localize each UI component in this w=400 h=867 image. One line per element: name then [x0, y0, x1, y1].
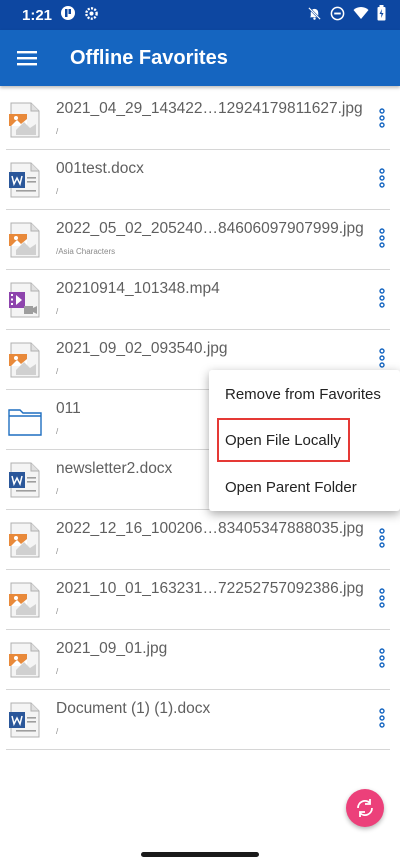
file-path: /	[56, 727, 59, 736]
app-notification-icon	[60, 5, 76, 25]
file-name: Document (1) (1).docx	[56, 700, 211, 717]
list-item[interactable]: Document (1) (1).docx /	[6, 690, 390, 750]
file-path: /	[56, 607, 59, 616]
file-path: /	[56, 127, 59, 136]
list-item[interactable]: 2022_05_02_205240…84606097907999.jpg /As…	[6, 210, 390, 270]
file-path: /	[56, 307, 59, 316]
status-time: 1:21	[22, 6, 53, 24]
file-name: 001test.docx	[56, 160, 144, 177]
context-menu: Remove from Favorites Open File Locally …	[209, 370, 400, 511]
status-bar: 1:21	[0, 0, 400, 30]
more-vert-icon	[379, 168, 385, 188]
image-file-icon	[8, 342, 42, 378]
more-vert-icon	[379, 288, 385, 308]
file-name: 2021_10_01_163231…72252757092386.jpg	[56, 580, 364, 597]
app-bar: Offline Favorites	[0, 30, 400, 86]
word-doc-icon	[8, 702, 42, 738]
hamburger-menu-icon	[17, 51, 37, 66]
hamburger-menu-button[interactable]	[0, 30, 54, 86]
file-name: 2022_05_02_205240…84606097907999.jpg	[56, 220, 364, 237]
battery-icon	[377, 5, 386, 25]
list-item[interactable]: 2021_09_01.jpg /	[6, 630, 390, 690]
more-vert-icon	[379, 648, 385, 668]
file-name: 2022_12_16_100206…83405347888035.jpg	[56, 520, 364, 537]
file-name: 20210914_101348.mp4	[56, 280, 220, 297]
list-item[interactable]: 001test.docx /	[6, 150, 390, 210]
word-doc-icon	[8, 462, 42, 498]
folder-name: 011	[56, 400, 81, 417]
list-item[interactable]: 2021_04_29_143422…12924179811627.jpg /	[6, 90, 390, 150]
file-path: /	[56, 667, 59, 676]
bell-off-icon	[307, 6, 322, 25]
remove-from-favorites-item[interactable]: Remove from Favorites	[209, 372, 400, 416]
more-options-button[interactable]	[374, 648, 390, 672]
image-file-icon	[8, 582, 42, 618]
do-not-disturb-icon	[330, 6, 345, 25]
sync-fab-button[interactable]	[346, 789, 384, 827]
more-vert-icon	[379, 588, 385, 608]
video-file-icon	[8, 282, 42, 318]
more-options-button[interactable]	[374, 168, 390, 192]
more-options-button[interactable]	[374, 708, 390, 732]
more-vert-icon	[379, 108, 385, 128]
file-name: 2021_09_02_093540.jpg	[56, 340, 228, 357]
open-file-locally-item[interactable]: Open File Locally	[209, 418, 400, 462]
image-file-icon	[8, 102, 42, 138]
settings-gear-icon	[84, 6, 99, 25]
open-parent-folder-item[interactable]: Open Parent Folder	[209, 465, 400, 509]
list-item[interactable]: 2021_10_01_163231…72252757092386.jpg /	[6, 570, 390, 630]
page-title: Offline Favorites	[70, 46, 228, 69]
more-options-button[interactable]	[374, 348, 390, 372]
more-options-button[interactable]	[374, 528, 390, 552]
file-path: /	[56, 427, 59, 436]
list-item[interactable]: 20210914_101348.mp4 /	[6, 270, 390, 330]
more-options-button[interactable]	[374, 288, 390, 312]
file-path: /	[56, 487, 59, 496]
more-vert-icon	[379, 528, 385, 548]
file-name: 2021_04_29_143422…12924179811627.jpg	[56, 100, 363, 117]
more-options-button[interactable]	[374, 588, 390, 612]
gesture-nav-handle[interactable]	[141, 852, 259, 857]
image-file-icon	[8, 642, 42, 678]
file-path: /	[56, 547, 59, 556]
file-name: 2021_09_01.jpg	[56, 640, 168, 657]
more-options-button[interactable]	[374, 108, 390, 132]
file-path: /Asia Characters	[56, 247, 116, 256]
wifi-icon	[353, 6, 369, 24]
file-path: /	[56, 187, 59, 196]
file-path: /	[56, 367, 59, 376]
image-file-icon	[8, 222, 42, 258]
word-doc-icon	[8, 162, 42, 198]
folder-icon	[8, 402, 42, 438]
more-vert-icon	[379, 348, 385, 368]
image-file-icon	[8, 522, 42, 558]
sync-icon	[357, 799, 373, 817]
list-item[interactable]: 2022_12_16_100206…83405347888035.jpg /	[6, 510, 390, 570]
more-options-button[interactable]	[374, 228, 390, 252]
more-vert-icon	[379, 228, 385, 248]
file-name: newsletter2.docx	[56, 460, 173, 477]
more-vert-icon	[379, 708, 385, 728]
